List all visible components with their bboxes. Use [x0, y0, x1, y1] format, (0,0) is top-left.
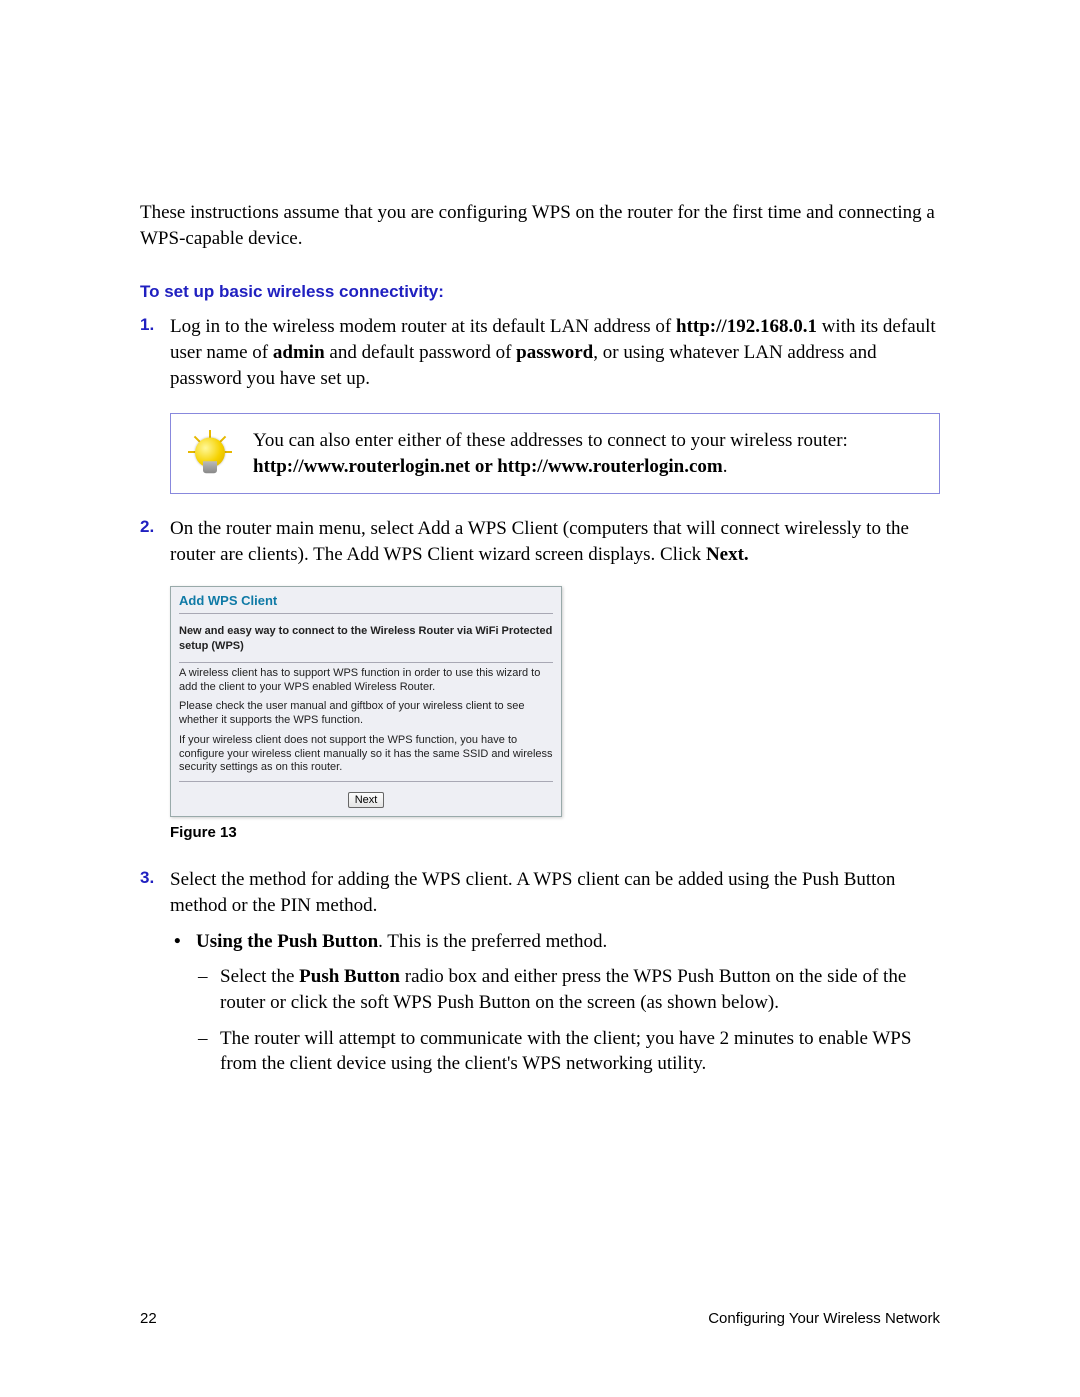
panel-title: Add WPS Client [171, 587, 561, 610]
routerlogin-com: http://www.routerlogin.com [497, 456, 723, 477]
dash-item: The router will attempt to communicate w… [196, 1026, 940, 1077]
text: . [723, 456, 728, 477]
step-2-text: On the router main menu, select Add a WP… [170, 518, 909, 565]
panel-body: New and easy way to connect to the Wirel… [171, 624, 561, 782]
text: Select the [220, 966, 299, 987]
panel-paragraph: Please check the user manual and giftbox… [179, 700, 553, 728]
lightbulb-icon [185, 429, 235, 479]
push-button-radio-label: Push Button [299, 966, 400, 987]
default-lan-url: http://192.168.0.1 [676, 316, 817, 337]
step-3: 3. Select the method for adding the WPS … [140, 867, 940, 1076]
text: or [470, 456, 497, 477]
text: You can also enter either of these addre… [253, 430, 848, 451]
push-button-label: Using the Push Button [196, 931, 378, 952]
bullet-push-button: Using the Push Button. This is the prefe… [170, 929, 940, 1077]
add-wps-client-panel: Add WPS Client New and easy way to conne… [170, 586, 562, 817]
panel-button-row: Next [171, 786, 561, 816]
bullet-list: Using the Push Button. This is the prefe… [170, 929, 940, 1077]
page-number: 22 [140, 1310, 157, 1327]
tip-text: You can also enter either of these addre… [253, 428, 848, 479]
step-1: 1. Log in to the wireless modem router a… [140, 314, 940, 391]
step-list-cont2: 3. Select the method for adding the WPS … [140, 867, 940, 1076]
panel-paragraph: If your wireless client does not support… [179, 734, 553, 775]
text: On the router main menu, select Add a WP… [170, 518, 909, 565]
default-username: admin [273, 342, 325, 363]
intro-paragraph: These instructions assume that you are c… [140, 200, 940, 251]
step-2: 2. On the router main menu, select Add a… [140, 516, 940, 567]
next-button[interactable]: Next [348, 792, 385, 808]
panel-intro: New and easy way to connect to the Wirel… [179, 624, 553, 654]
footer-section-name: Configuring Your Wireless Network [708, 1310, 940, 1327]
step-list-cont: 2. On the router main menu, select Add a… [140, 516, 940, 567]
document-page: These instructions assume that you are c… [0, 0, 1080, 1397]
divider [179, 613, 553, 614]
body-content: These instructions assume that you are c… [140, 200, 940, 1077]
divider [179, 781, 553, 782]
figure-caption: Figure 13 [170, 823, 940, 843]
text: Log in to the wireless modem router at i… [170, 316, 676, 337]
step-number: 3. [140, 867, 154, 890]
divider [179, 662, 553, 663]
step-1-text: Log in to the wireless modem router at i… [170, 316, 936, 388]
step-number: 2. [140, 516, 154, 539]
tip-box: You can also enter either of these addre… [170, 413, 940, 494]
default-password: password [516, 342, 593, 363]
section-heading: To set up basic wireless connectivity: [140, 281, 940, 304]
dash-list: Select the Push Button radio box and eit… [196, 964, 940, 1077]
step-number: 1. [140, 314, 154, 337]
next-label: Next. [706, 544, 749, 565]
routerlogin-net: http://www.routerlogin.net [253, 456, 470, 477]
step-list: 1. Log in to the wireless modem router a… [140, 314, 940, 391]
panel-paragraph: A wireless client has to support WPS fun… [179, 667, 553, 695]
step-3-text: Select the method for adding the WPS cli… [170, 869, 895, 916]
text: . This is the preferred method. [378, 931, 607, 952]
page-footer: 22 Configuring Your Wireless Network [140, 1310, 940, 1327]
dash-item: Select the Push Button radio box and eit… [196, 964, 940, 1015]
text: and default password of [325, 342, 517, 363]
